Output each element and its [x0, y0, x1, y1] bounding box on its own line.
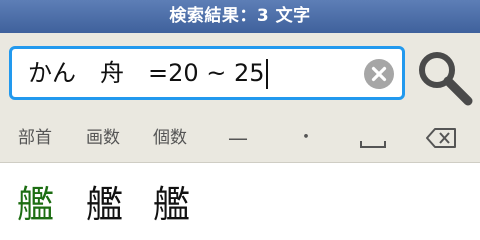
search-input-value[interactable]: かん 舟 =20 ~ 25: [28, 49, 268, 97]
result-kanji[interactable]: 艦: [17, 183, 54, 227]
dot-button[interactable]: ・: [290, 114, 322, 162]
radical-button[interactable]: 部首: [12, 114, 58, 162]
app-window: 検索結果：3 文字 かん 舟 =20 ~ 25 部首 画数 個数 — ・ 艦 艦…: [0, 0, 480, 240]
search-icon[interactable]: [416, 49, 474, 107]
text-caret: [265, 59, 268, 89]
clear-icon[interactable]: [364, 59, 394, 89]
input-toolbar: 部首 画数 個数 — ・: [0, 114, 480, 163]
results-list: 艦 艦 艦: [0, 163, 480, 240]
search-area: かん 舟 =20 ~ 25: [0, 33, 480, 114]
title-bar: 検索結果：3 文字: [0, 0, 480, 33]
space-icon[interactable]: [356, 114, 390, 162]
result-count-title: 検索結果：3 文字: [169, 6, 311, 26]
count-button[interactable]: 個数: [147, 114, 193, 162]
backspace-icon[interactable]: [424, 114, 460, 162]
dash-button[interactable]: —: [222, 114, 254, 162]
search-input[interactable]: かん 舟 =20 ~ 25: [9, 46, 405, 100]
result-kanji[interactable]: 艦: [153, 183, 190, 227]
stroke-count-button[interactable]: 画数: [80, 114, 126, 162]
result-kanji[interactable]: 艦: [86, 183, 123, 227]
